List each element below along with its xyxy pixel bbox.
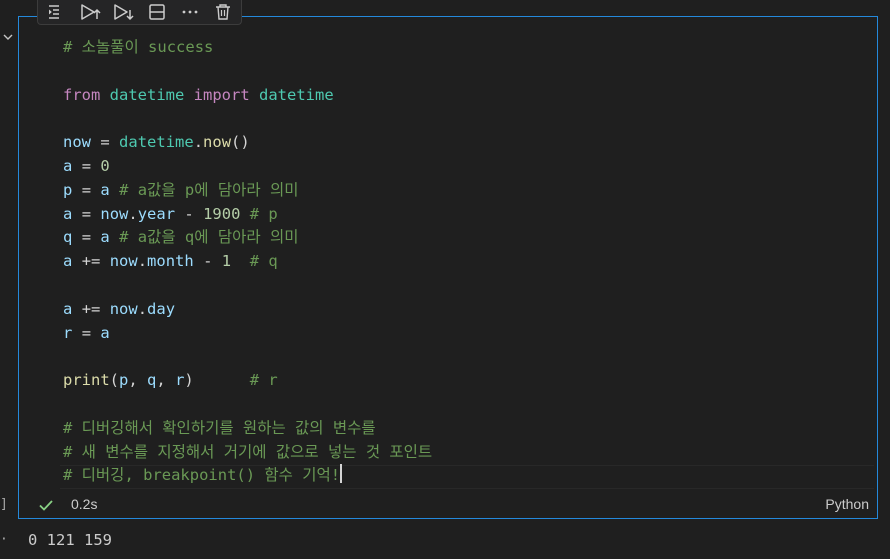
cell-output: 0 121 159	[28, 531, 112, 549]
more-actions-button[interactable]	[178, 1, 202, 23]
collapse-cell-toggle[interactable]	[2, 28, 14, 40]
cell-toolbar	[37, 0, 242, 25]
code-cell[interactable]: # 소놀풀이 success​from datetime import date…	[18, 16, 878, 519]
code-line[interactable]: a += now.month - 1 # q	[63, 250, 432, 274]
execute-below-button[interactable]	[112, 1, 136, 23]
code-line[interactable]: # 소놀풀이 success	[63, 36, 432, 60]
code-line[interactable]: ​	[63, 60, 432, 84]
code-line[interactable]: ​	[63, 107, 432, 131]
code-line[interactable]: a = now.year - 1900 # p	[63, 203, 432, 227]
code-line[interactable]: # 새 변수를 지정해서 거기에 값으로 넣는 것 포인트	[63, 441, 432, 465]
split-cell-button[interactable]	[145, 1, 169, 23]
code-line[interactable]: print(p, q, r) # r	[63, 369, 432, 393]
code-line[interactable]: q = a # a값을 q에 담아라 의미	[63, 226, 432, 250]
cell-status-bar: 0.2s Python	[20, 491, 876, 518]
execute-above-icon	[81, 4, 101, 20]
code-line[interactable]: p = a # a값을 p에 담아라 의미	[63, 179, 432, 203]
code-line[interactable]: a += now.day	[63, 298, 432, 322]
trash-icon	[216, 4, 230, 20]
output-marker: ·	[0, 532, 8, 547]
code-line[interactable]: # 디버깅, breakpoint() 함수 기억!	[63, 464, 432, 488]
run-by-line-button[interactable]	[46, 1, 70, 23]
code-line[interactable]: now = datetime.now()	[63, 131, 432, 155]
code-editor[interactable]: # 소놀풀이 success​from datetime import date…	[20, 18, 876, 491]
execute-above-button[interactable]	[79, 1, 103, 23]
code-content[interactable]: # 소놀풀이 success​from datetime import date…	[63, 36, 432, 488]
cell-language-picker[interactable]: Python	[825, 496, 869, 512]
code-line[interactable]: # 디버깅해서 확인하기를 원하는 값의 변수를	[63, 417, 432, 441]
execution-duration: 0.2s	[71, 496, 98, 512]
code-line[interactable]: r = a	[63, 322, 432, 346]
run-by-line-icon	[49, 5, 59, 19]
execution-count: ]	[0, 497, 8, 512]
code-line[interactable]: ​	[63, 345, 432, 369]
notebook-editor: # 소놀풀이 success​from datetime import date…	[0, 0, 890, 559]
text-cursor	[340, 464, 343, 484]
execute-below-icon	[114, 4, 134, 21]
chevron-down-icon	[3, 34, 13, 40]
delete-cell-button[interactable]	[211, 1, 235, 23]
code-line[interactable]: ​	[63, 274, 432, 298]
check-icon	[39, 500, 53, 511]
split-cell-icon	[149, 4, 165, 20]
more-icon	[182, 10, 198, 14]
code-line[interactable]: a = 0	[63, 155, 432, 179]
code-line[interactable]: ​	[63, 393, 432, 417]
code-line[interactable]: from datetime import datetime	[63, 84, 432, 108]
